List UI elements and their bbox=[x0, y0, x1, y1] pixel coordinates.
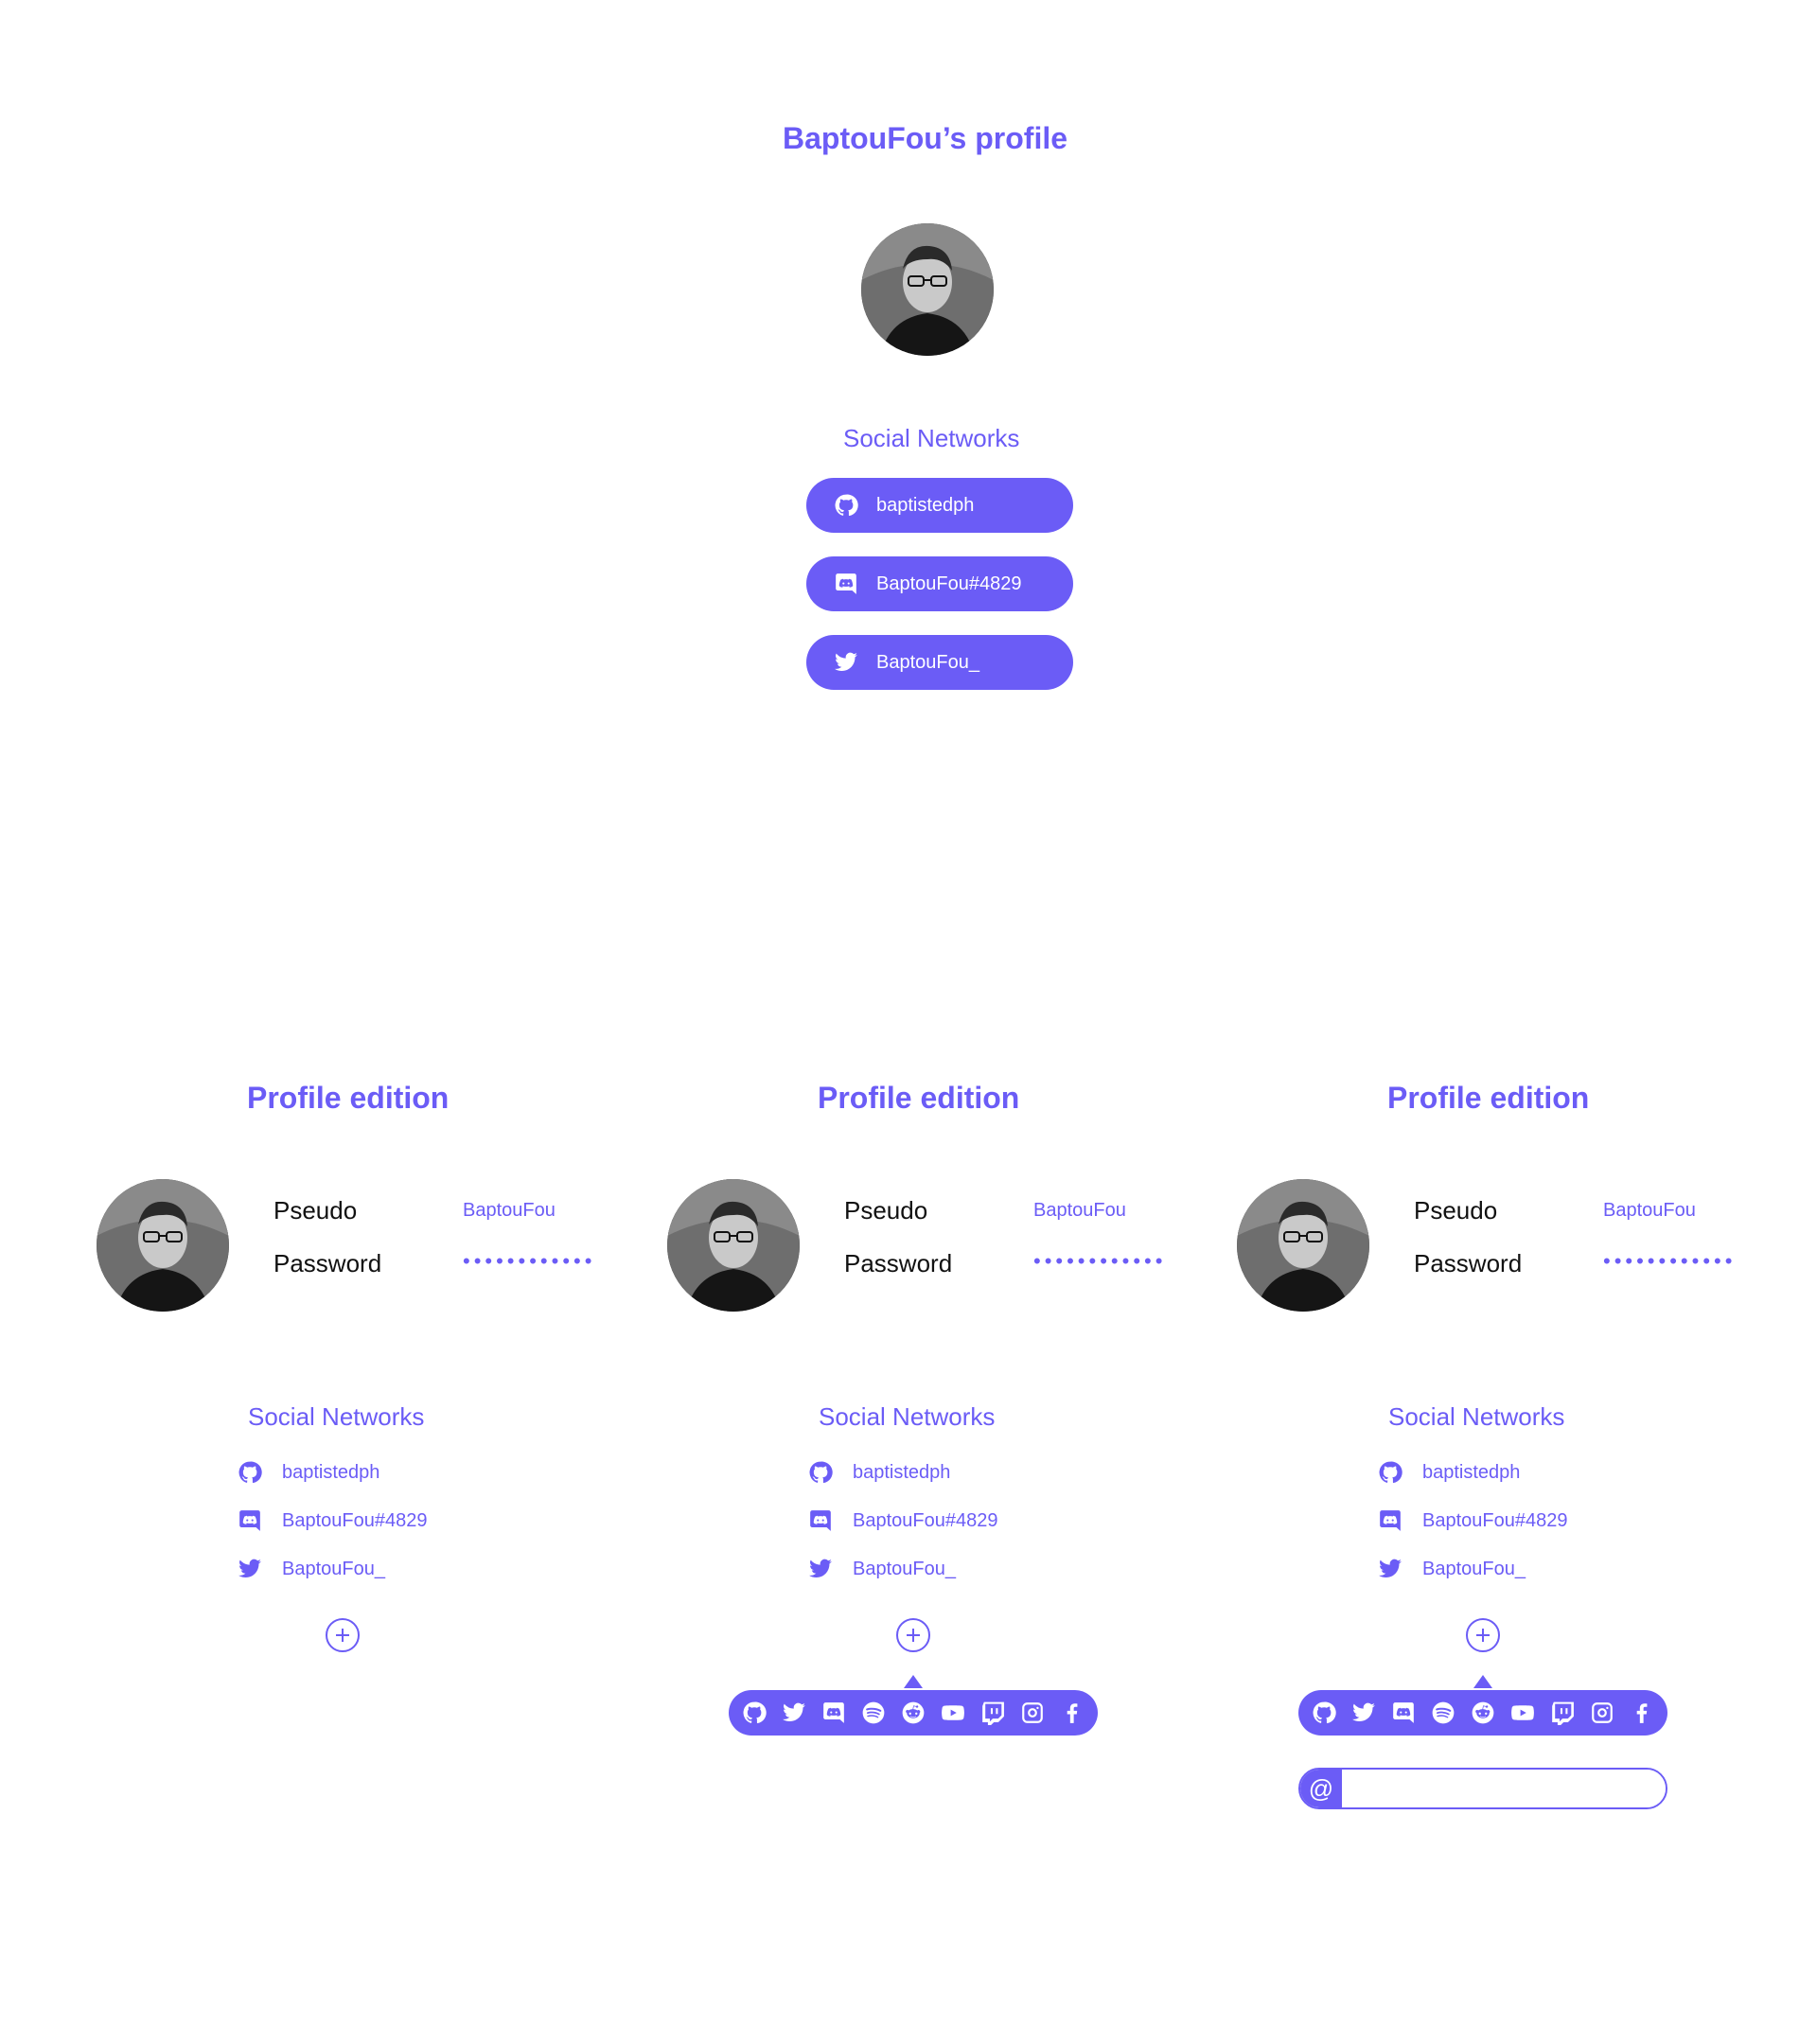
social-pill-twitter[interactable]: BaptouFou_ bbox=[806, 635, 1073, 690]
add-network-button[interactable] bbox=[896, 1618, 930, 1652]
github-icon bbox=[833, 492, 859, 519]
reddit-icon[interactable] bbox=[899, 1699, 927, 1727]
twitter-icon bbox=[833, 649, 859, 676]
github-icon[interactable] bbox=[1310, 1699, 1338, 1727]
youtube-icon[interactable] bbox=[939, 1699, 967, 1727]
youtube-icon[interactable] bbox=[1508, 1699, 1537, 1727]
social-row-discord[interactable]: BaptouFou#4829 bbox=[1377, 1507, 1567, 1534]
social-row-github[interactable]: baptistedph bbox=[237, 1459, 379, 1486]
avatar-portrait-icon bbox=[667, 1179, 800, 1312]
pseudo-value[interactable]: BaptouFou bbox=[1603, 1200, 1696, 1222]
social-networks-title: Social Networks bbox=[248, 1402, 425, 1431]
social-row-label: baptistedph bbox=[853, 1461, 951, 1483]
twitter-icon[interactable] bbox=[780, 1699, 808, 1727]
social-row-label: BaptouFou#4829 bbox=[282, 1509, 428, 1531]
social-row-github[interactable]: baptistedph bbox=[807, 1459, 950, 1486]
social-row-twitter[interactable]: BaptouFou_ bbox=[237, 1556, 385, 1582]
password-label: Password bbox=[844, 1249, 953, 1278]
instagram-icon[interactable] bbox=[1588, 1699, 1616, 1727]
discord-icon[interactable] bbox=[820, 1699, 848, 1727]
social-row-label: baptistedph bbox=[282, 1461, 380, 1483]
edition-title: Profile edition bbox=[818, 1081, 1020, 1115]
pseudo-label: Pseudo bbox=[1414, 1196, 1498, 1225]
social-row-github[interactable]: baptistedph bbox=[1377, 1459, 1520, 1486]
social-row-label: BaptouFou#4829 bbox=[1422, 1509, 1568, 1531]
picker-caret bbox=[904, 1675, 923, 1688]
edition-avatar[interactable] bbox=[667, 1179, 800, 1312]
twitter-icon bbox=[807, 1556, 834, 1582]
github-icon[interactable] bbox=[740, 1699, 768, 1727]
social-row-label: baptistedph bbox=[1422, 1461, 1521, 1483]
add-network-button[interactable] bbox=[326, 1618, 360, 1652]
username-input[interactable] bbox=[1342, 1770, 1666, 1807]
reddit-icon[interactable] bbox=[1469, 1699, 1497, 1727]
discord-icon bbox=[237, 1507, 263, 1534]
twitch-icon[interactable] bbox=[1548, 1699, 1577, 1727]
social-networks-title: Social Networks bbox=[1388, 1402, 1565, 1431]
twitter-icon bbox=[1377, 1556, 1403, 1582]
github-icon bbox=[1377, 1459, 1403, 1486]
profile-title: BaptouFou’s profile bbox=[783, 121, 1068, 155]
edition-title: Profile edition bbox=[1387, 1081, 1590, 1115]
social-row-discord[interactable]: BaptouFou#4829 bbox=[807, 1507, 997, 1534]
network-picker bbox=[1298, 1690, 1667, 1736]
add-network-button[interactable] bbox=[1466, 1618, 1500, 1652]
pseudo-value[interactable]: BaptouFou bbox=[463, 1200, 556, 1222]
pseudo-label: Pseudo bbox=[273, 1196, 358, 1225]
social-networks-title: Social Networks bbox=[843, 424, 1020, 452]
avatar bbox=[861, 223, 994, 356]
twitter-icon[interactable] bbox=[1350, 1699, 1378, 1727]
avatar-portrait-icon bbox=[1237, 1179, 1369, 1312]
password-value[interactable]: •••••••••••• bbox=[1603, 1249, 1736, 1274]
pseudo-label: Pseudo bbox=[844, 1196, 928, 1225]
username-input-group: @ bbox=[1298, 1768, 1667, 1809]
spotify-icon[interactable] bbox=[1429, 1699, 1457, 1727]
avatar-portrait-icon bbox=[97, 1179, 229, 1312]
password-value[interactable]: •••••••••••• bbox=[1033, 1249, 1166, 1274]
discord-icon bbox=[833, 571, 859, 597]
social-row-twitter[interactable]: BaptouFou_ bbox=[1377, 1556, 1526, 1582]
facebook-icon[interactable] bbox=[1058, 1699, 1086, 1727]
social-pill-github[interactable]: baptistedph bbox=[806, 478, 1073, 533]
password-label: Password bbox=[1414, 1249, 1523, 1278]
at-prefix: @ bbox=[1300, 1770, 1342, 1807]
social-pill-label: baptistedph bbox=[876, 494, 975, 516]
pseudo-value[interactable]: BaptouFou bbox=[1033, 1200, 1126, 1222]
social-row-discord[interactable]: BaptouFou#4829 bbox=[237, 1507, 427, 1534]
social-row-label: BaptouFou#4829 bbox=[853, 1509, 998, 1531]
social-row-twitter[interactable]: BaptouFou_ bbox=[807, 1556, 956, 1582]
social-networks-title: Social Networks bbox=[819, 1402, 996, 1431]
plus-icon bbox=[336, 1629, 349, 1642]
github-icon bbox=[807, 1459, 834, 1486]
discord-icon bbox=[1377, 1507, 1403, 1534]
twitch-icon[interactable] bbox=[979, 1699, 1007, 1727]
discord-icon[interactable] bbox=[1389, 1699, 1418, 1727]
twitter-icon bbox=[237, 1556, 263, 1582]
picker-caret bbox=[1473, 1675, 1492, 1688]
plus-icon bbox=[907, 1629, 920, 1642]
plus-icon bbox=[1476, 1629, 1490, 1642]
password-value[interactable]: •••••••••••• bbox=[463, 1249, 595, 1274]
edition-avatar[interactable] bbox=[97, 1179, 229, 1312]
social-pill-label: BaptouFou_ bbox=[876, 651, 979, 673]
network-picker bbox=[729, 1690, 1098, 1736]
social-pill-label: BaptouFou#4829 bbox=[876, 573, 1022, 594]
discord-icon bbox=[807, 1507, 834, 1534]
password-label: Password bbox=[273, 1249, 382, 1278]
edition-avatar[interactable] bbox=[1237, 1179, 1369, 1312]
social-row-label: BaptouFou_ bbox=[1422, 1558, 1526, 1579]
github-icon bbox=[237, 1459, 263, 1486]
social-pill-discord[interactable]: BaptouFou#4829 bbox=[806, 556, 1073, 611]
spotify-icon[interactable] bbox=[859, 1699, 888, 1727]
social-row-label: BaptouFou_ bbox=[282, 1558, 385, 1579]
edition-title: Profile edition bbox=[247, 1081, 450, 1115]
social-row-label: BaptouFou_ bbox=[853, 1558, 956, 1579]
facebook-icon[interactable] bbox=[1628, 1699, 1656, 1727]
avatar-portrait-icon bbox=[861, 223, 994, 356]
instagram-icon[interactable] bbox=[1018, 1699, 1047, 1727]
